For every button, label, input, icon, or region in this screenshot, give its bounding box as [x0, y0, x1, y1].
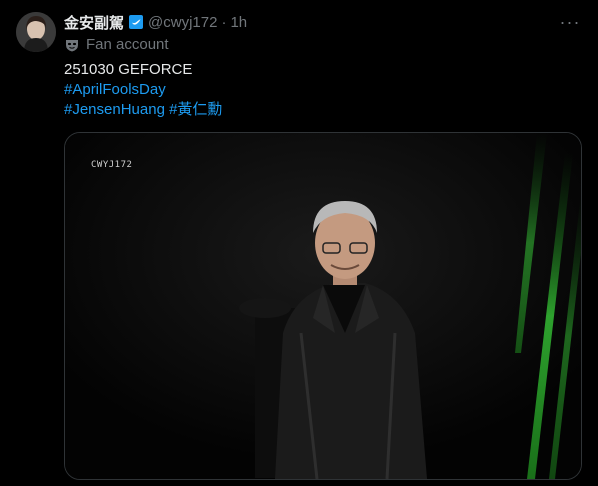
- avatar[interactable]: [16, 12, 56, 52]
- tweet-card[interactable]: 金安副駕 @cwyj172 · 1h ··· Fan account 25103…: [0, 0, 598, 486]
- author-handle[interactable]: @cwyj172: [148, 14, 217, 31]
- author-name[interactable]: 金安副駕: [64, 12, 124, 33]
- hashtag-link[interactable]: #JensenHuang: [64, 101, 165, 118]
- photo-watermark: CWYJ172: [91, 160, 133, 170]
- more-options-button[interactable]: ···: [558, 10, 582, 34]
- affiliation-label[interactable]: Fan account: [64, 36, 169, 53]
- tweet-header: 金安副駕 @cwyj172 · 1h: [64, 12, 247, 32]
- more-icon: ···: [559, 11, 581, 32]
- timestamp-separator: ·: [221, 13, 227, 31]
- hashtag-link[interactable]: #黃仁勳: [169, 101, 222, 118]
- tweet-text: 251030 GEFORCE #AprilFoolsDay #JensenHua…: [64, 60, 222, 120]
- verified-badge-icon: [128, 14, 144, 30]
- photo-image: [65, 133, 581, 479]
- timestamp[interactable]: 1h: [230, 14, 247, 31]
- media-photo[interactable]: CWYJ172: [64, 132, 582, 480]
- tweet-text-line: 251030 GEFORCE: [64, 61, 193, 78]
- mask-icon: [64, 37, 80, 53]
- hashtag-link[interactable]: #AprilFoolsDay: [64, 81, 166, 98]
- avatar-image: [16, 12, 56, 52]
- affiliation-text: Fan account: [86, 36, 169, 53]
